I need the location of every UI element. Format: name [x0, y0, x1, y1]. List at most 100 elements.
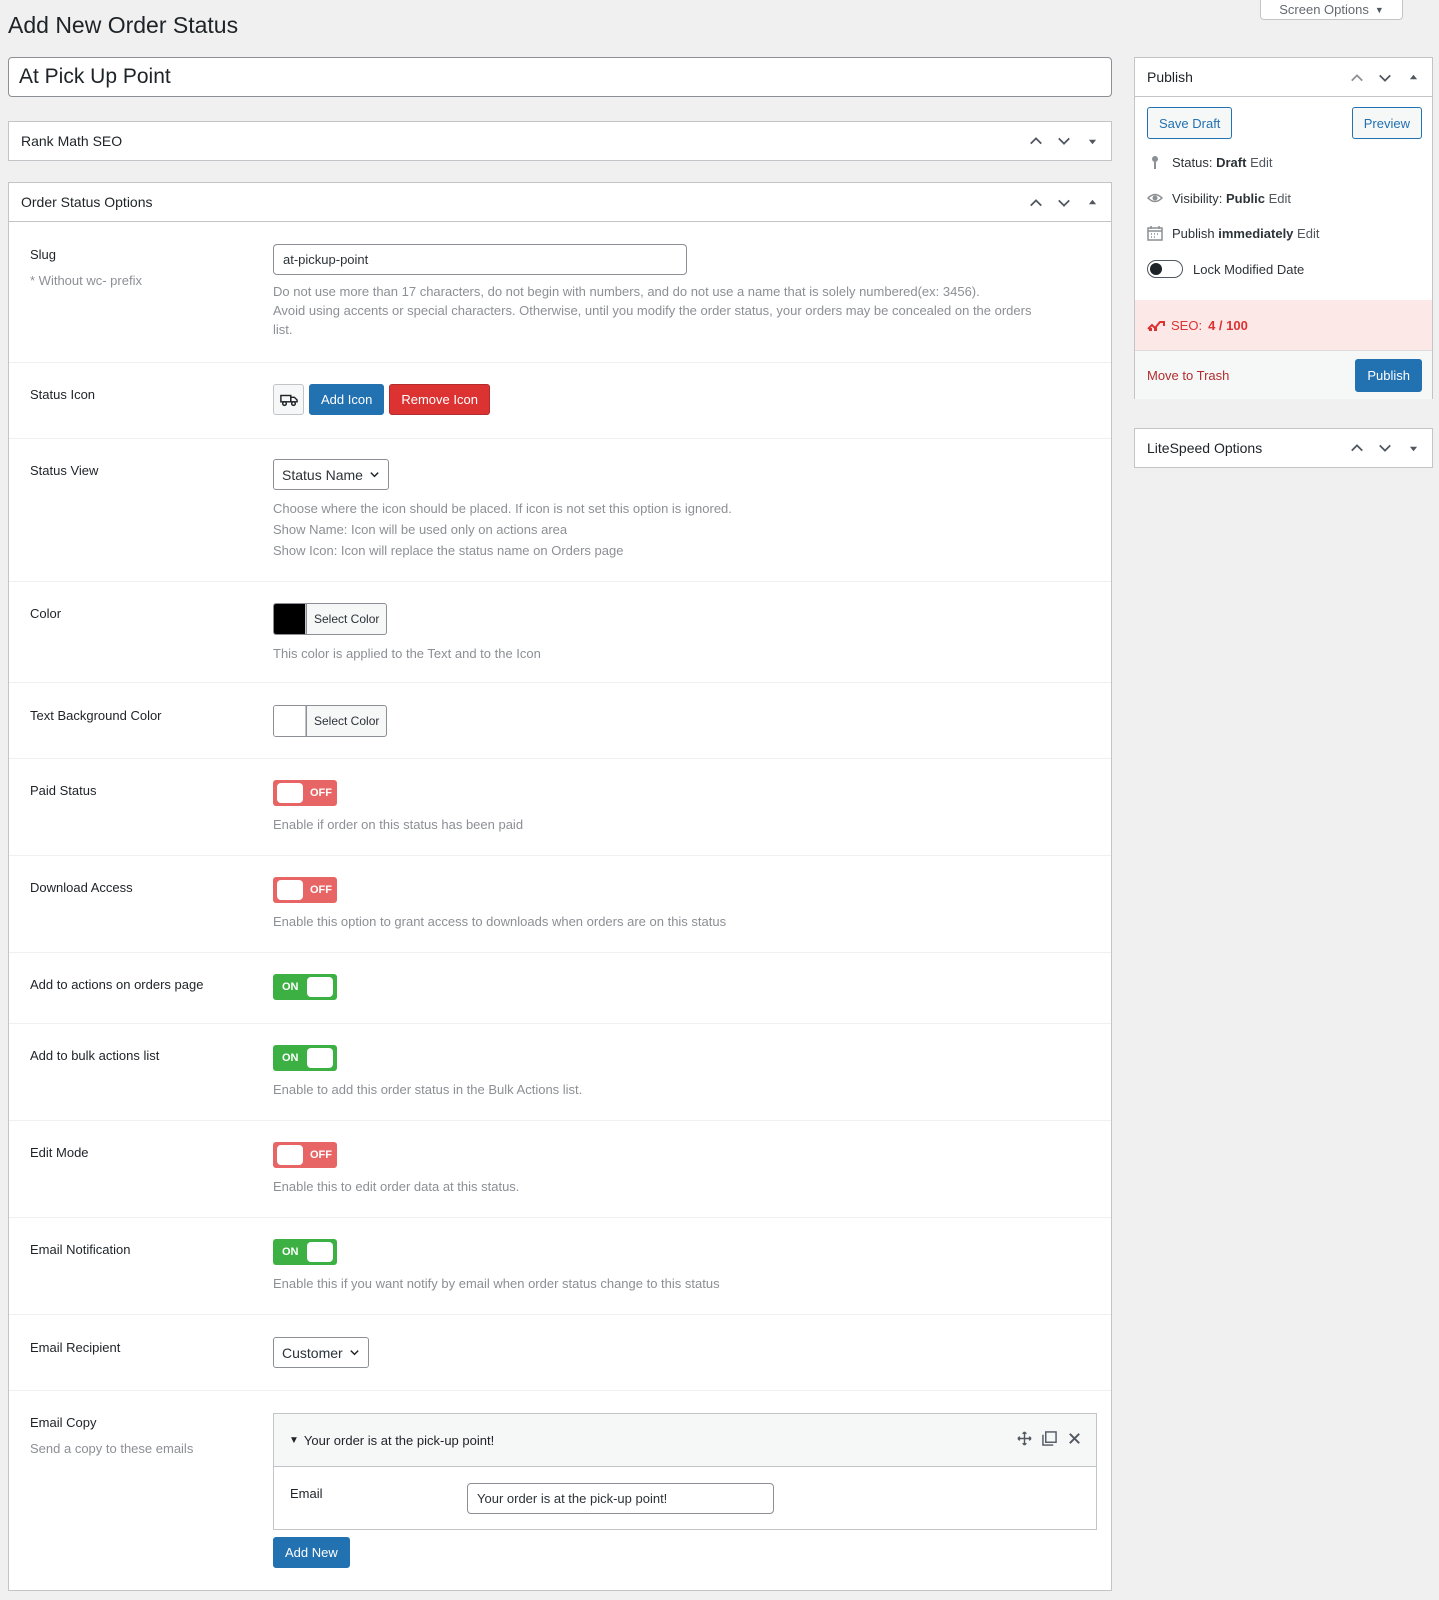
- box-title: Publish: [1147, 69, 1193, 85]
- truck-icon[interactable]: [273, 384, 304, 415]
- lock-modified-toggle[interactable]: [1147, 260, 1183, 278]
- calendar-icon: [1147, 226, 1163, 241]
- color-swatch: [274, 604, 306, 634]
- move-down-icon[interactable]: [1374, 437, 1396, 459]
- status-view-desc: Show Icon: Icon will replace the status …: [273, 543, 624, 558]
- color-label: Color: [30, 606, 62, 621]
- add-actions-toggle[interactable]: ON: [273, 974, 337, 1000]
- collapse-arrow-icon[interactable]: ▼: [289, 1435, 299, 1446]
- move-to-trash-link[interactable]: Move to Trash: [1147, 368, 1229, 383]
- paid-status-toggle[interactable]: OFF: [273, 780, 337, 806]
- move-up-icon[interactable]: [1346, 67, 1368, 89]
- slug-desc: list.: [273, 322, 293, 337]
- litespeed-box: LiteSpeed Options: [1134, 428, 1433, 468]
- email-recipient-select[interactable]: Customer: [273, 1337, 369, 1368]
- move-down-icon[interactable]: [1053, 130, 1075, 152]
- preview-button[interactable]: Preview: [1351, 107, 1422, 139]
- move-up-icon[interactable]: [1346, 437, 1368, 459]
- toggle-panel-icon[interactable]: [1402, 437, 1424, 459]
- status-value: Draft: [1216, 154, 1247, 170]
- seo-score-bar[interactable]: SEO: 4 / 100: [1135, 300, 1432, 350]
- move-down-icon[interactable]: [1053, 192, 1075, 214]
- email-copy-label: Email Copy: [30, 1415, 97, 1430]
- move-down-icon[interactable]: [1374, 67, 1396, 89]
- slug-sublabel: * Without wc- prefix: [30, 273, 142, 288]
- status-edit-link[interactable]: Edit: [1250, 155, 1272, 170]
- pin-icon: [1152, 156, 1158, 169]
- chevron-down-icon: [350, 1350, 359, 1356]
- publish-time-value: immediately: [1218, 225, 1294, 241]
- bg-color-picker-button[interactable]: Select Color: [273, 705, 388, 737]
- move-up-icon[interactable]: [1025, 192, 1047, 214]
- add-new-button[interactable]: Add New: [273, 1537, 350, 1568]
- email-copy-sublabel: Send a copy to these emails: [30, 1441, 194, 1456]
- seo-value: 4 / 100: [1208, 317, 1248, 333]
- save-draft-button[interactable]: Save Draft: [1147, 107, 1233, 139]
- edit-mode-label: Edit Mode: [30, 1145, 89, 1160]
- order-status-options-box: Order Status Options Slug * Without wc- …: [8, 182, 1112, 1591]
- close-icon[interactable]: [1067, 1431, 1082, 1449]
- paid-status-label: Paid Status: [30, 783, 97, 798]
- email-notification-desc: Enable this if you want notify by email …: [273, 1276, 720, 1291]
- remove-icon-button[interactable]: Remove Icon: [389, 384, 490, 415]
- move-up-icon[interactable]: [1025, 130, 1047, 152]
- email-field-label: Email: [290, 1486, 323, 1501]
- edit-mode-desc: Enable this to edit order data at this s…: [273, 1179, 520, 1194]
- edit-mode-toggle[interactable]: OFF: [273, 1142, 337, 1168]
- status-icon-label: Status Icon: [30, 387, 96, 402]
- download-access-label: Download Access: [30, 880, 133, 895]
- slug-input[interactable]: at-pickup-point: [273, 244, 687, 275]
- seo-label: SEO:: [1171, 317, 1203, 333]
- select-color-label: Select Color: [306, 706, 386, 736]
- select-color-label: Select Color: [306, 604, 386, 634]
- email-notification-label: Email Notification: [30, 1242, 131, 1257]
- status-view-desc: Choose where the icon should be placed. …: [273, 501, 732, 516]
- slug-label: Slug: [30, 247, 57, 262]
- visibility-edit-link[interactable]: Edit: [1269, 191, 1291, 206]
- color-swatch: [274, 706, 306, 736]
- publish-button[interactable]: Publish: [1355, 359, 1422, 392]
- email-copy-repeater-item: ▼ Your order is at the pick-up point! Em…: [273, 1413, 1097, 1530]
- toggle-panel-icon[interactable]: [1081, 130, 1103, 152]
- status-view-desc: Show Name: Icon will be used only on act…: [273, 522, 568, 537]
- slug-desc: Avoid using accents or special character…: [273, 303, 1032, 318]
- status-view-label: Status View: [30, 463, 99, 478]
- status-row: Status: Draft Edit: [1147, 154, 1272, 170]
- email-recipient-label: Email Recipient: [30, 1340, 121, 1355]
- add-icon-button[interactable]: Add Icon: [309, 384, 385, 415]
- rank-math-icon: [1147, 321, 1165, 331]
- email-recipient-value: Customer: [282, 1344, 343, 1361]
- duplicate-icon[interactable]: [1042, 1431, 1057, 1449]
- email-notification-toggle[interactable]: ON: [273, 1239, 337, 1265]
- page-title: Add New Order Status: [8, 12, 239, 38]
- toggle-panel-icon[interactable]: [1081, 192, 1103, 214]
- box-title: Rank Math SEO: [21, 133, 123, 149]
- lock-modified-row: Lock Modified Date: [1147, 260, 1304, 278]
- title-input[interactable]: At Pick Up Point: [8, 57, 1112, 97]
- add-bulk-toggle[interactable]: ON: [273, 1045, 337, 1071]
- lock-modified-label: Lock Modified Date: [1193, 261, 1305, 277]
- email-field-input[interactable]: Your order is at the pick-up point!: [467, 1483, 774, 1514]
- screen-options-button[interactable]: Screen Options ▼: [1260, 0, 1403, 20]
- chevron-down-icon: [370, 472, 379, 478]
- publish-box: Publish Save Draft Preview Status: Draft…: [1134, 57, 1433, 399]
- text-bg-color-label: Text Background Color: [30, 708, 162, 723]
- box-title: LiteSpeed Options: [1147, 440, 1263, 456]
- status-view-select[interactable]: Status Name: [273, 459, 389, 490]
- move-icon[interactable]: [1017, 1431, 1032, 1449]
- visibility-row: Visibility: Public Edit: [1147, 190, 1291, 206]
- caret-down-icon: ▼: [1374, 4, 1384, 15]
- publish-time-edit-link[interactable]: Edit: [1297, 226, 1319, 241]
- download-access-toggle[interactable]: OFF: [273, 877, 337, 903]
- rank-math-box: Rank Math SEO: [8, 121, 1112, 161]
- toggle-panel-icon[interactable]: [1402, 67, 1424, 89]
- screen-options-label: Screen Options: [1279, 2, 1369, 17]
- box-title: Order Status Options: [21, 194, 153, 210]
- add-bulk-label: Add to bulk actions list: [30, 1048, 160, 1063]
- paid-status-desc: Enable if order on this status has been …: [273, 817, 524, 832]
- add-actions-label: Add to actions on orders page: [30, 977, 204, 992]
- color-picker-button[interactable]: Select Color: [273, 603, 388, 635]
- status-view-value: Status Name: [282, 466, 363, 483]
- download-access-desc: Enable this option to grant access to do…: [273, 914, 727, 929]
- visibility-value: Public: [1225, 190, 1265, 206]
